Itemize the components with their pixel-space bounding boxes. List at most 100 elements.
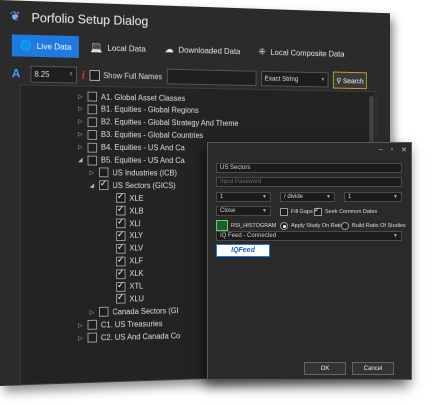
- collapsed-arrow-icon[interactable]: ▷: [77, 131, 84, 138]
- tree-item[interactable]: ◢ B5. Equities - US And Ca: [77, 154, 185, 166]
- collapsed-arrow-icon[interactable]: ▷: [88, 309, 95, 316]
- fill-gaps-checkbox[interactable]: [280, 208, 288, 216]
- collapsed-arrow-icon[interactable]: ▷: [77, 106, 84, 113]
- minimize-icon[interactable]: –: [379, 146, 383, 154]
- tree-item[interactable]: XLU: [106, 293, 144, 305]
- collapsed-arrow-icon[interactable]: ▷: [77, 144, 84, 151]
- chevron-down-icon: ▼: [393, 233, 398, 239]
- tree-item-checkbox[interactable]: [116, 281, 126, 292]
- denominator-select[interactable]: 1 ▼: [344, 192, 402, 202]
- seek-common-dates-option[interactable]: Seek Common Dates: [314, 206, 377, 216]
- search-input[interactable]: [166, 68, 257, 87]
- tree-item-checkbox[interactable]: [98, 307, 109, 318]
- tree-item-checkbox[interactable]: [87, 319, 98, 331]
- operator-select[interactable]: / divide ▼: [280, 192, 335, 202]
- maximize-icon[interactable]: ▫: [391, 146, 393, 154]
- show-full-names-toggle[interactable]: Show Full Names: [89, 69, 162, 81]
- tree-item[interactable]: ▷ B2. Equities - Global Strategy And Them…: [77, 116, 238, 130]
- tree-item-checkbox[interactable]: [116, 294, 126, 305]
- laptop-icon: 💻: [90, 41, 103, 54]
- tree-item-label: XLV: [129, 243, 144, 253]
- tree-item[interactable]: XLK: [106, 268, 144, 280]
- tree-item[interactable]: XLF: [106, 255, 143, 267]
- tree-item[interactable]: ▷ Canada Sectors (GI: [88, 305, 179, 319]
- tree-item-checkbox[interactable]: [87, 142, 98, 153]
- tree-item-checkbox[interactable]: [116, 218, 126, 229]
- cloud-download-icon: ☁: [164, 43, 174, 55]
- collapsed-arrow-icon[interactable]: ▷: [77, 93, 84, 100]
- seek-common-dates-checkbox[interactable]: [314, 206, 322, 216]
- tree-item-checkbox[interactable]: [116, 205, 126, 216]
- tree-item[interactable]: ▷ US Industries (ICB): [88, 167, 177, 179]
- search-button[interactable]: ⚲ Search: [332, 71, 368, 90]
- expanded-arrow-icon[interactable]: ◢: [88, 182, 95, 189]
- password-field[interactable]: Input Password: [216, 177, 402, 187]
- tree-item-label: XLU: [129, 294, 144, 304]
- tree-item-checkbox[interactable]: [116, 243, 126, 254]
- tree-item[interactable]: XLB: [106, 205, 144, 217]
- tree-item[interactable]: ▷ B3. Equities - Global Countries: [77, 129, 203, 142]
- tree-item-checkbox[interactable]: [87, 155, 98, 165]
- tree-item[interactable]: XLE: [106, 192, 144, 204]
- tree-item-checkbox[interactable]: [87, 91, 98, 102]
- collapsed-arrow-icon[interactable]: ▷: [77, 322, 84, 329]
- tab-local-composite-data[interactable]: ⁜ Local Composite Data: [251, 41, 351, 64]
- tree-item-checkbox[interactable]: [116, 268, 126, 279]
- tree-item-checkbox[interactable]: [116, 231, 126, 241]
- tab-live-data[interactable]: 🌐 Live Data: [11, 34, 80, 58]
- font-icon: A: [11, 66, 21, 81]
- tab-downloaded-data[interactable]: ☁ Downloaded Data: [157, 38, 248, 62]
- fill-gaps-option[interactable]: Fill Gaps: [280, 208, 313, 216]
- tree-item-label: XLY: [129, 231, 144, 241]
- histogram-icon[interactable]: [216, 220, 228, 231]
- tree-item[interactable]: ▷ A1. Global Asset Classes: [77, 90, 185, 104]
- denominator-value: 1: [348, 194, 352, 200]
- tree-item[interactable]: ▷ C1. US Treasuries: [77, 318, 163, 332]
- tree-item[interactable]: ▷ C2. US And Canada Co: [77, 330, 180, 344]
- tree-item-checkbox[interactable]: [98, 167, 109, 178]
- tree-item-label: XLF: [129, 256, 144, 266]
- close-icon[interactable]: ✕: [401, 146, 407, 154]
- apply-on-ratio-option[interactable]: Apply Study On Ratio: [280, 222, 344, 230]
- font-size-spinner[interactable]: 8.25 ⇕: [30, 65, 77, 84]
- build-ratio-radio[interactable]: [341, 222, 349, 230]
- globe-icon: 🌐: [19, 40, 32, 52]
- collapsed-arrow-icon[interactable]: ▷: [88, 169, 95, 176]
- tree-item[interactable]: ▷ B1. Equities - Global Regions: [77, 103, 199, 117]
- data-feed-select[interactable]: IQ Feed - Connected ▼: [216, 231, 402, 241]
- build-ratio-option[interactable]: Build Ratio Of Studies: [341, 222, 406, 230]
- tree-item[interactable]: XLY: [106, 230, 143, 242]
- tree-item-checkbox[interactable]: [87, 129, 98, 140]
- cancel-button[interactable]: Cancel: [352, 362, 394, 375]
- tree-item-label: XTL: [129, 281, 144, 291]
- chevron-down-icon: ▼: [320, 76, 326, 83]
- tree-item[interactable]: ▷ B4. Equities - US And Ca: [77, 141, 185, 154]
- portfolio-name-field[interactable]: US Sectors: [216, 163, 402, 173]
- tree-item-checkbox[interactable]: [116, 256, 126, 267]
- tree-item-label: C1. US Treasuries: [100, 318, 163, 330]
- show-full-names-checkbox[interactable]: [89, 69, 101, 81]
- tree-item-checkbox[interactable]: [98, 180, 109, 191]
- tree-item[interactable]: ◢ US Sectors (GICS): [88, 180, 176, 192]
- ok-button[interactable]: OK: [304, 362, 346, 375]
- tree-item[interactable]: XLI: [106, 217, 141, 229]
- numerator-select[interactable]: 1 ▼: [216, 192, 271, 202]
- tab-label: Local Data: [107, 42, 146, 54]
- expanded-arrow-icon[interactable]: ◢: [77, 157, 84, 164]
- tree-item-checkbox[interactable]: [87, 332, 98, 343]
- tree-item[interactable]: XTL: [106, 280, 143, 292]
- spinner-arrows-icon[interactable]: ⇕: [69, 71, 73, 77]
- apply-on-ratio-radio[interactable]: [280, 222, 288, 230]
- tree-item-checkbox[interactable]: [87, 116, 98, 127]
- match-mode-select[interactable]: Exact String ▼: [261, 70, 329, 88]
- tree-item-checkbox[interactable]: [87, 104, 98, 115]
- collapsed-arrow-icon[interactable]: ▷: [77, 118, 84, 125]
- info-icon[interactable]: i: [82, 67, 85, 82]
- collapsed-arrow-icon[interactable]: ▷: [77, 334, 84, 341]
- tree-item-checkbox[interactable]: [116, 193, 126, 203]
- price-field-select[interactable]: Close ▼: [216, 206, 271, 216]
- tree-item[interactable]: XLV: [106, 243, 143, 255]
- cancel-label: Cancel: [363, 365, 383, 372]
- tab-local-data[interactable]: 💻 Local Data: [83, 36, 153, 59]
- portfolio-name-value: US Sectors: [220, 165, 251, 171]
